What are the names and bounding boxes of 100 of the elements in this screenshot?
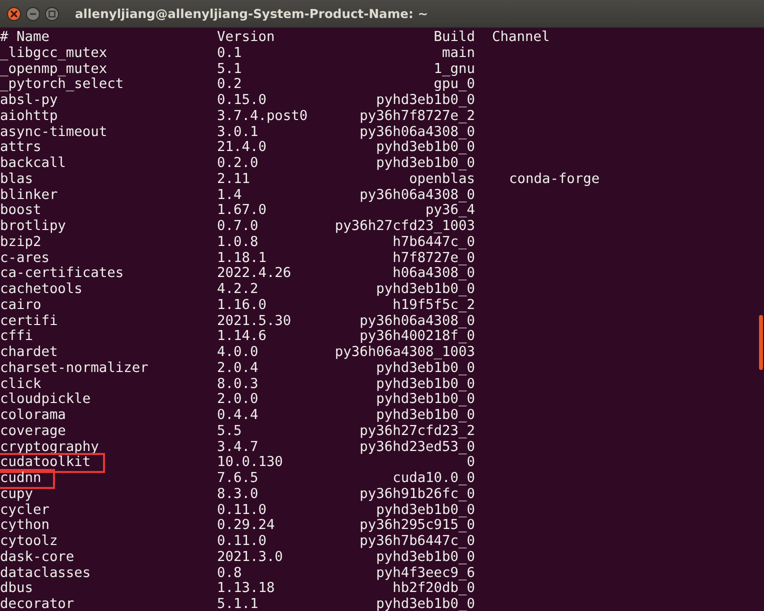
table-cell: cycler [0,502,50,518]
table-cell: 3.4.7 [217,440,258,456]
table-cell: hb2f20db_0 [392,581,475,597]
table-cell: 2021.3.0 [217,550,283,566]
table-cell: 0.2.0 [217,156,258,172]
table-cell: py36h06a4308_0 [360,314,475,330]
table-cell: pyhd3eb1b0_0 [376,597,475,611]
table-cell: cupy [0,486,33,502]
table-cell: pyhd3eb1b0_0 [376,360,475,376]
table-cell: pyhd3eb1b0_0 [376,408,475,424]
table-cell: async-timeout [0,124,108,140]
table-cell: brotlipy [0,219,66,235]
table-cell: pyhd3eb1b0_0 [376,140,475,156]
close-button[interactable] [7,6,21,20]
table-cell: 7.6.5 [217,471,258,487]
table-cell: 4.2.2 [217,282,258,298]
table-cell: cython [0,518,50,534]
table-cell: 0 [466,455,475,471]
table-cell: _pytorch_select [0,77,124,93]
table-cell: certifi [0,314,58,330]
maximize-button[interactable] [45,6,59,20]
window-title: allenyljiang@allenyljiang-System-Product-Name: ~ [75,6,428,20]
table-cell: 3.7.4.post0 [217,108,308,124]
table-cell: 0.8 [217,566,242,582]
table-cell: 4.0.0 [217,345,258,361]
minimize-button[interactable] [26,6,40,20]
table-cell: openblas [409,172,475,188]
column-header: Version [217,30,275,46]
table-cell: _libgcc_mutex [0,46,108,62]
table-cell: cudnn [0,471,54,487]
table-cell: boost [0,203,42,219]
table-cell: py36h06a4308_0 [360,124,475,140]
table-cell: py36h400218f_0 [360,329,475,345]
table-cell: pyhd3eb1b0_0 [376,282,475,298]
table-cell: py36h06a4308_0 [360,188,475,204]
table-cell: 1.4 [217,188,242,204]
column-header: Channel [491,30,550,46]
table-cell: pyhd3eb1b0_0 [376,376,475,392]
table-cell: 1.18.1 [217,250,266,266]
table-cell: 0.2 [217,77,242,93]
table-cell: py36hd23ed53_0 [360,440,475,456]
table-cell: 8.3.0 [217,486,258,502]
table-cell: 0.29.24 [217,518,275,534]
table-cell: pyh4f3eec9_6 [376,566,475,582]
table-cell: pyhd3eb1b0_0 [376,93,475,109]
table-cell: 0.1 [217,46,242,62]
table-cell: py36h7f8727e_2 [360,108,475,124]
table-cell: click [0,376,42,392]
table-cell: cffi [0,329,33,345]
table-cell: 0.7.0 [217,219,258,235]
table-cell: cuda10.0_0 [392,471,475,487]
table-cell: h7b6447c_0 [392,234,475,250]
table-cell: 1.0.8 [217,234,258,250]
table-cell: aiohttp [0,108,58,124]
table-cell: 10.0.130 [217,455,283,471]
table-cell: cloudpickle [0,392,91,408]
table-cell: h19f5f5c_2 [392,298,475,314]
table-cell: 21.4.0 [217,140,266,156]
table-cell: 0.15.0 [217,93,266,109]
table-cell: cairo [0,298,42,314]
table-cell: 1_gnu [434,62,475,78]
column-header: Build [434,30,475,46]
table-cell: 0.4.4 [217,408,258,424]
table-cell: py36h295c915_0 [360,518,475,534]
table-cell: bzip2 [0,234,42,250]
table-cell: 2.11 [217,172,250,188]
table-cell: coverage [0,424,66,440]
table-cell: absl-py [0,93,58,109]
table-cell: 3.0.1 [217,124,258,140]
table-cell: h06a4308_0 [392,266,475,282]
table-cell: cytoolz [0,534,58,550]
table-cell: h7f8727e_0 [392,250,475,266]
table-cell: cachetools [0,282,82,298]
table-cell: cryptography [0,440,99,456]
table-cell: 0.11.0 [217,502,266,518]
table-cell: dask-core [0,550,74,566]
table-cell: blas [0,172,33,188]
table-cell: 2.0.0 [217,392,258,408]
table-cell: chardet [0,345,58,361]
table-cell: decorator [0,597,74,611]
table-cell: colorama [0,408,66,424]
table-cell: dbus [0,581,33,597]
table-cell: c-ares [0,250,50,266]
table-cell: gpu_0 [434,77,475,93]
table-cell: py36h06a4308_1003 [334,345,475,361]
table-cell: pyhd3eb1b0_0 [376,392,475,408]
table-cell: 2022.4.26 [217,266,292,282]
table-cell: 1.16.0 [217,298,266,314]
table-cell: 2021.5.30 [217,314,292,330]
table-cell: backcall [0,156,66,172]
table-cell: charset-normalizer [0,360,148,376]
table-cell: attrs [0,140,42,156]
table-cell-text: conda-forge [508,172,600,188]
table-cell: pyhd3eb1b0_0 [376,502,475,518]
table-cell: 1.14.6 [217,329,266,345]
scrollbar-thumb[interactable] [759,315,763,370]
table-cell: ca-certificates [0,266,124,282]
table-cell: dataclasses [0,566,91,582]
table-cell: main [442,46,475,62]
table-cell: py36h7b6447c_0 [360,534,475,550]
